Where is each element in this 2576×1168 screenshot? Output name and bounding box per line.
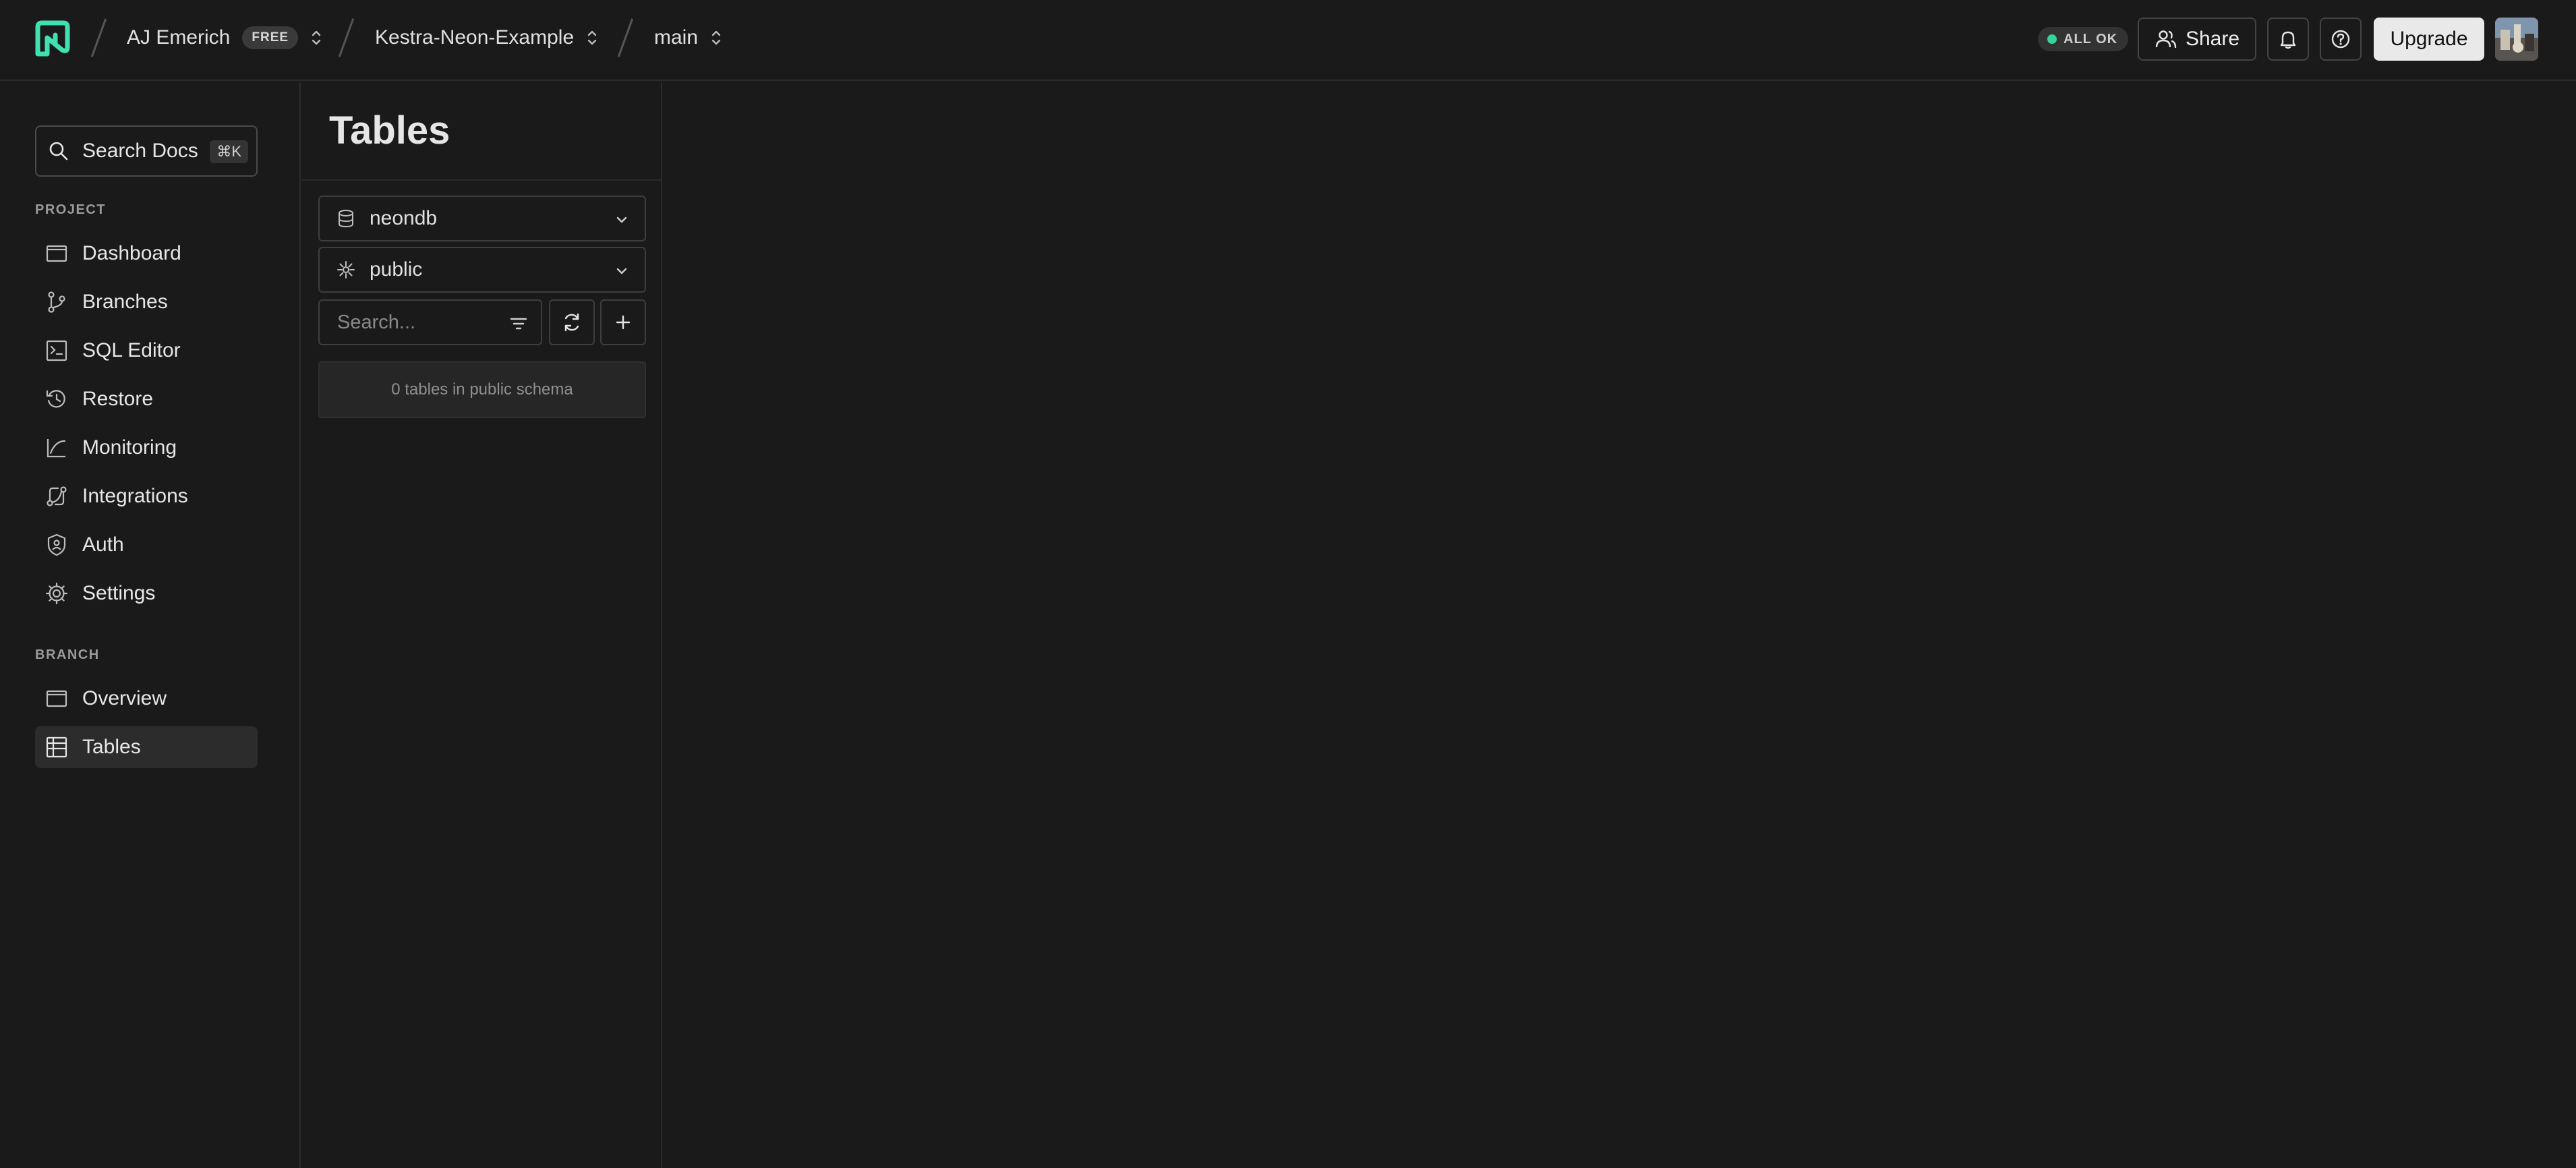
project-section-label: PROJECT: [35, 202, 106, 217]
help-button[interactable]: [2320, 18, 2362, 61]
monitoring-icon: [47, 439, 66, 458]
project-name: Kestra-Neon-Example: [375, 26, 575, 49]
sidebar-item-settings[interactable]: Settings: [35, 573, 258, 614]
help-icon: [2331, 30, 2350, 49]
chevron-down-icon: [616, 268, 627, 274]
sidebar-item-label: SQL Editor: [82, 339, 181, 361]
integrations-icon: [47, 486, 67, 506]
status-label: ALL OK: [2063, 31, 2118, 47]
divider: [302, 179, 662, 181]
sidebar-item-label: Restore: [82, 388, 154, 410]
refresh-icon: [564, 313, 579, 332]
restore-icon: [46, 390, 65, 408]
upgrade-button[interactable]: Upgrade: [2374, 18, 2484, 61]
branch-section-label: BRANCH: [35, 647, 100, 662]
avatar[interactable]: [2495, 18, 2538, 61]
add-table-button[interactable]: [600, 299, 646, 345]
bell-icon: [2280, 31, 2296, 49]
shortcut-badge: ⌘K: [210, 140, 248, 163]
sidebar-item-tables[interactable]: Tables: [35, 726, 258, 768]
breadcrumb-separator: [90, 18, 107, 57]
sidebar-item-label: Dashboard: [82, 242, 181, 264]
top-bar: AJ Emerich FREE Kestra-Neon-Example main…: [0, 0, 2576, 81]
database-name: neondb: [370, 207, 438, 229]
schema-name: public: [370, 258, 423, 281]
refresh-button[interactable]: [549, 299, 595, 345]
sidebar-item-label: Auth: [82, 533, 124, 556]
schema-select[interactable]: public: [318, 247, 646, 293]
sidebar-item-overview[interactable]: Overview: [35, 678, 258, 720]
notifications-button[interactable]: [2267, 18, 2309, 61]
breadcrumb-separator: [338, 18, 355, 57]
sidebar-item-integrations[interactable]: Integrations: [35, 475, 258, 517]
schema-icon: [337, 261, 355, 279]
chevron-down-icon: [616, 216, 627, 223]
overview-icon: [46, 690, 67, 707]
search-icon: [49, 142, 68, 160]
sidebar-item-label: Integrations: [82, 485, 188, 507]
sidebar-item-label: Overview: [82, 687, 167, 709]
chevron-updown-icon: [711, 30, 721, 45]
database-select[interactable]: neondb: [318, 196, 646, 241]
avatar-image: [2495, 18, 2538, 61]
sidebar-item-restore[interactable]: Restore: [35, 378, 258, 420]
sidebar: Search Docs ⌘K PROJECT Dashboard Branche…: [0, 82, 301, 1168]
tables-icon: [46, 736, 67, 758]
main-content: [664, 82, 2576, 1168]
share-button[interactable]: Share: [2138, 18, 2256, 61]
gear-icon: [45, 582, 68, 605]
sidebar-item-branches[interactable]: Branches: [35, 281, 258, 323]
search-docs-label: Search Docs: [82, 140, 198, 162]
filter-icon[interactable]: [508, 314, 529, 334]
plan-badge: FREE: [242, 26, 299, 49]
plus-icon: [616, 315, 631, 330]
chevron-updown-icon: [587, 30, 597, 45]
chevron-updown-icon: [312, 30, 321, 45]
sidebar-item-sql-editor[interactable]: SQL Editor: [35, 330, 258, 372]
org-name: AJ Emerich: [127, 26, 231, 49]
branch-name: main: [654, 26, 699, 49]
share-label: Share: [2185, 28, 2240, 50]
sidebar-item-label: Branches: [82, 291, 168, 313]
sidebar-item-monitoring[interactable]: Monitoring: [35, 427, 258, 469]
branch-switcher[interactable]: main: [654, 24, 722, 51]
users-icon: [2155, 30, 2177, 49]
sidebar-item-dashboard[interactable]: Dashboard: [35, 233, 258, 274]
search-docs-button[interactable]: Search Docs ⌘K: [35, 125, 258, 177]
dashboard-icon: [46, 245, 67, 262]
project-switcher[interactable]: Kestra-Neon-Example: [375, 24, 598, 51]
page-title: Tables: [329, 109, 450, 152]
neon-logo-icon[interactable]: [34, 20, 71, 58]
breadcrumb-separator: [617, 18, 634, 57]
tables-panel: Tables neondb public Search... 0 tables …: [302, 82, 662, 1168]
auth-icon: [47, 533, 66, 556]
sidebar-item-label: Settings: [82, 582, 156, 604]
empty-tables-message: 0 tables in public schema: [318, 361, 646, 418]
table-search: [318, 299, 542, 345]
sidebar-item-label: Tables: [82, 736, 141, 758]
org-switcher[interactable]: AJ Emerich FREE: [127, 24, 322, 51]
status-dot: [2047, 34, 2057, 44]
sidebar-item-label: Monitoring: [82, 436, 177, 459]
table-search-input[interactable]: [336, 310, 500, 334]
branches-icon: [48, 291, 65, 313]
status-badge[interactable]: ALL OK: [2038, 27, 2129, 51]
sidebar-item-auth[interactable]: Auth: [35, 524, 258, 566]
sql-editor-icon: [46, 340, 67, 361]
database-icon: [339, 210, 353, 228]
